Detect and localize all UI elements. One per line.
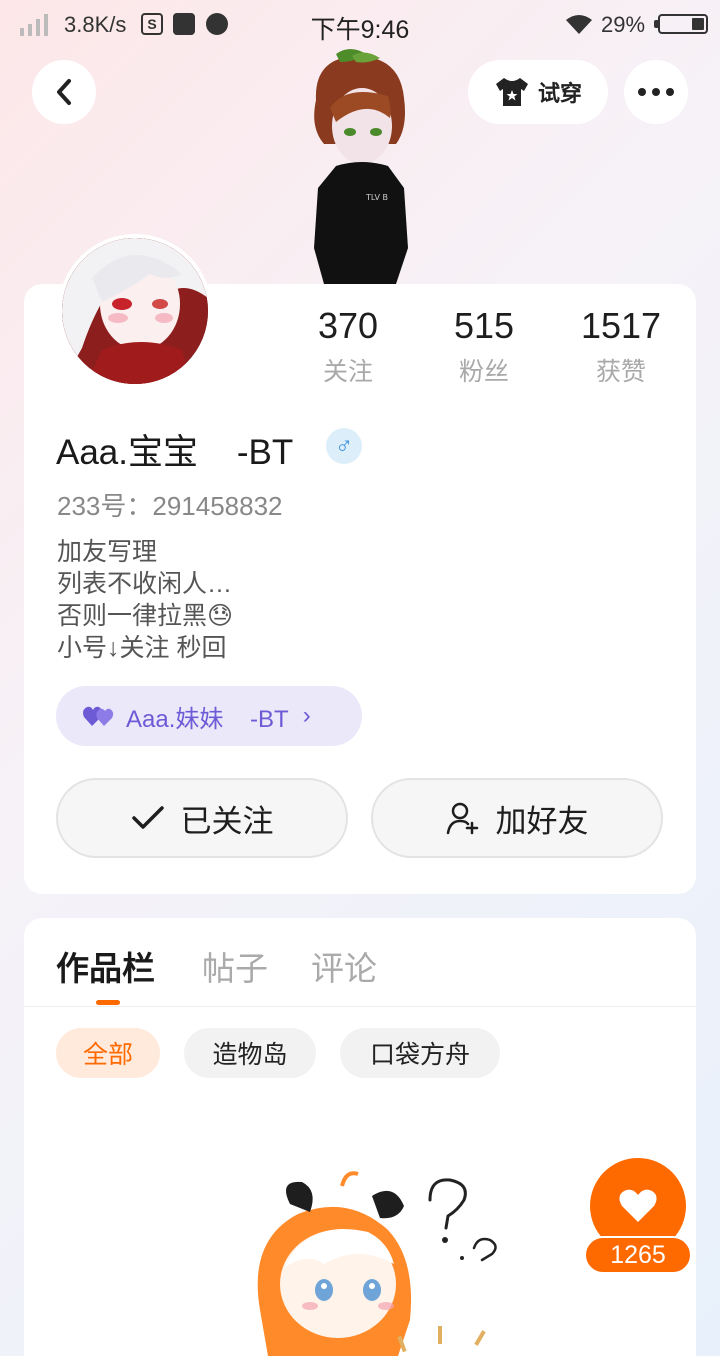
likes-received-count: 1517 [580, 305, 662, 346]
check-icon [131, 806, 164, 829]
fans-label: 粉丝 [458, 358, 509, 386]
cp-relation-link[interactable]: Aaa.妹妹 -BT › [56, 686, 362, 746]
heart-icon [619, 1189, 657, 1222]
male-gender-icon: ♂ [326, 428, 362, 464]
tab-indicator [96, 1000, 120, 1005]
followed-button[interactable]: 已关注 [56, 778, 348, 858]
try-on-label: 试穿 [537, 81, 582, 106]
following-count: 370 [317, 305, 379, 346]
add-friend-button[interactable]: 加好友 [371, 778, 663, 858]
stat-fans[interactable]: 515 粉丝 [436, 304, 532, 388]
try-on-button[interactable]: 试穿 [468, 60, 608, 124]
following-label: 关注 [322, 358, 373, 386]
user-id[interactable]: 233号：291458832 [57, 486, 283, 523]
wifi-icon [566, 15, 592, 34]
filter-creation-island[interactable]: 造物岛 [184, 1028, 316, 1078]
avatar-image [62, 238, 208, 384]
avatar[interactable] [58, 234, 212, 388]
avatar-character[interactable]: TLV B [296, 48, 424, 284]
battery-percent: 29% [601, 12, 646, 37]
double-heart-icon [83, 706, 114, 726]
bio-line: 否则一律拉黑😓 [57, 602, 234, 630]
tshirt-icon [495, 78, 528, 106]
fans-count: 515 [453, 305, 515, 346]
divider [24, 1006, 696, 1007]
stat-likes[interactable]: 1517 获赞 [566, 304, 676, 388]
filter-all[interactable]: 全部 [56, 1028, 160, 1078]
battery-icon [654, 14, 708, 34]
likes-received-label: 获赞 [595, 358, 646, 386]
bio-line: 加友写理 [57, 538, 158, 566]
filter-pocket-ark[interactable]: 口袋方舟 [340, 1028, 500, 1078]
chevron-left-icon [57, 79, 71, 105]
svg-text:TLV B: TLV B [365, 193, 388, 202]
bio: 加友写理 列表不收闲人… 否则一律拉黑😓 小号↓关注 秒回 [57, 536, 233, 664]
back-button[interactable] [32, 60, 96, 124]
status-bar: 3.8K/s S 下午9:46 29% [0, 0, 720, 50]
tab-works[interactable]: 作品栏 [56, 942, 155, 990]
followed-label: 已关注 [180, 803, 274, 839]
like-count: 1265 [584, 1236, 692, 1274]
empty-state-illustration [257, 1171, 497, 1356]
cp-name: Aaa.妹妹 -BT [126, 705, 289, 733]
username: Aaa.宝宝 -BT [56, 433, 294, 472]
battery-fill [692, 18, 704, 30]
tab-posts[interactable]: 帖子 [202, 942, 268, 990]
chevron-right-icon: › [302, 702, 311, 729]
add-user-icon [446, 802, 478, 835]
bio-line: 小号↓关注 秒回 [57, 634, 227, 662]
add-friend-label: 加好友 [495, 803, 589, 839]
more-dots-icon [638, 88, 674, 96]
bio-line: 列表不收闲人… [57, 570, 233, 598]
more-button[interactable] [624, 60, 688, 124]
stat-following[interactable]: 370 关注 [300, 304, 396, 388]
tab-comments[interactable]: 评论 [311, 942, 377, 990]
